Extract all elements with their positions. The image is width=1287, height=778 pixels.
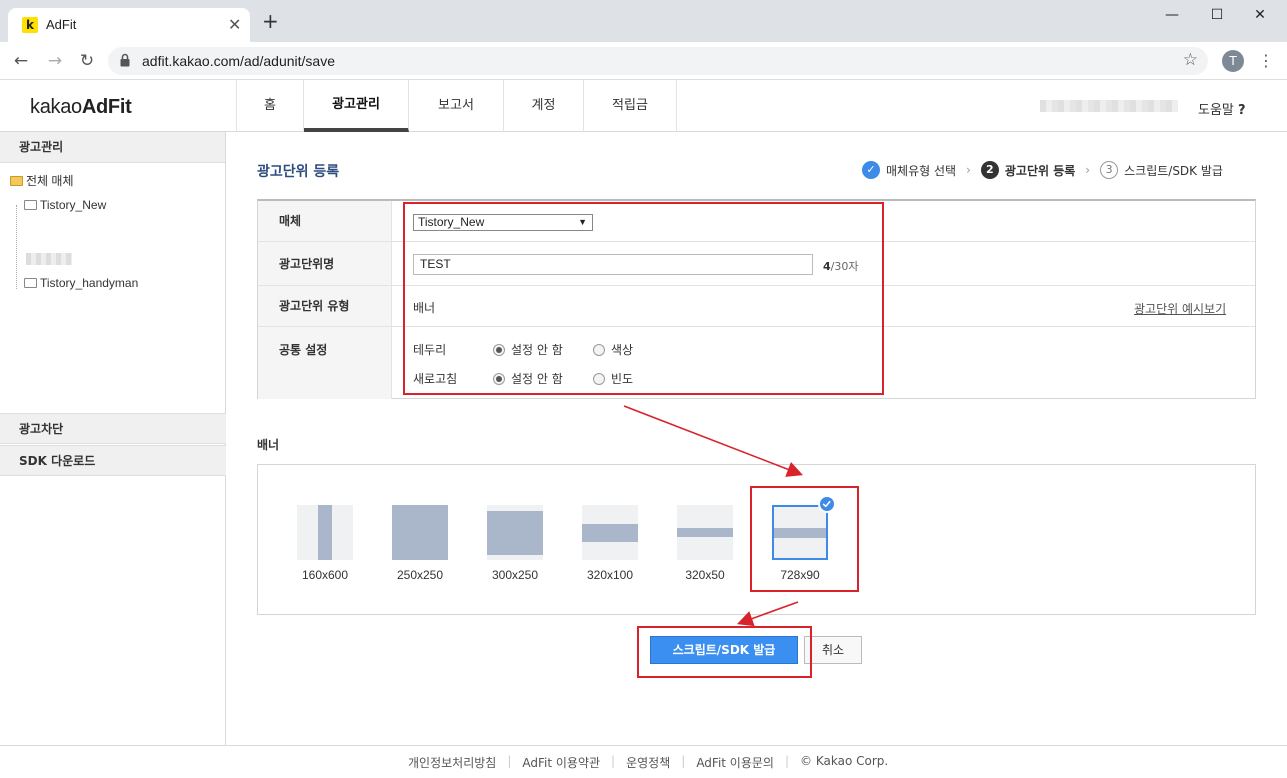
banner-size-label: 160x600: [301, 568, 349, 582]
banner-option-300x250[interactable]: 300x250: [487, 505, 543, 582]
divider: |: [611, 754, 616, 768]
account-name-blurred: [1040, 100, 1178, 112]
close-icon[interactable]: ✕: [228, 15, 241, 34]
footer-links: 개인정보처리방침 | AdFit 이용약관 | 운영정책 | AdFit 이용문…: [408, 754, 888, 771]
tab-title: AdFit: [46, 17, 77, 32]
banner-thumb: [582, 505, 638, 560]
banner-thumb: [392, 505, 448, 560]
divider: |: [784, 754, 790, 768]
folder-icon: [24, 200, 37, 210]
lock-icon: [120, 53, 130, 67]
plus-icon[interactable]: +: [262, 11, 279, 31]
footer-terms-link[interactable]: AdFit 이용약관: [522, 754, 600, 771]
nav-report[interactable]: 보고서: [409, 80, 504, 132]
help-link[interactable]: 도움말 ?: [1198, 99, 1246, 118]
global-nav: 홈 광고관리 보고서 계정 적립금: [236, 80, 677, 132]
page-title: 광고단위 등록: [257, 164, 340, 180]
ad-unit-preview-link[interactable]: 광고단위 예시보기: [1134, 300, 1226, 317]
banner-thumb: [297, 505, 353, 560]
footer-copyright: © Kakao Corp.: [800, 754, 889, 768]
divider: |: [507, 754, 512, 768]
banner-size-label: 320x100: [586, 568, 634, 582]
tree-item-tistory-new[interactable]: Tistory_New: [24, 198, 106, 212]
footer-policy-link[interactable]: 운영정책: [626, 754, 670, 771]
banner-option-320x100[interactable]: 320x100: [582, 505, 638, 582]
forward-icon[interactable]: →: [44, 50, 66, 72]
unit-name-label: 광고단위명: [258, 242, 392, 285]
menu-icon[interactable]: ⋮: [1258, 50, 1274, 72]
step-2-label: 광고단위 등록: [1004, 163, 1076, 178]
media-label: 매체: [258, 201, 392, 241]
folder-open-icon: [10, 176, 23, 186]
step-3-number: 3: [1100, 161, 1119, 179]
url-text: adfit.kakao.com/ad/adunit/save: [142, 53, 336, 69]
banner-size-label: 250x250: [396, 568, 444, 582]
tree-item-blurred: [26, 253, 72, 265]
chevron-right-icon: ›: [966, 163, 971, 177]
banner-option-320x50[interactable]: 320x50: [677, 505, 733, 582]
annotation-box-submit: [637, 626, 812, 678]
browser-tab-strip: k AdFit ✕ + — ☐ ✕: [0, 0, 1287, 42]
banner-size-label: 300x250: [491, 568, 539, 582]
nav-points[interactable]: 적립금: [584, 80, 677, 132]
media-tree: 전체 매체 Tistory_New Tistory_handyman: [0, 163, 225, 413]
banner-thumb: [677, 505, 733, 560]
banner-size-label: 320x50: [685, 568, 725, 582]
folder-icon: [24, 278, 37, 288]
step-1-label: 매체유형 선택: [886, 163, 957, 178]
address-bar[interactable]: adfit.kakao.com/ad/adunit/save ☆: [108, 47, 1208, 75]
tree-root-all-media[interactable]: 전체 매체: [10, 172, 74, 189]
window-close-icon[interactable]: ✕: [1240, 4, 1280, 26]
browser-toolbar: ← → ↻ adfit.kakao.com/ad/adunit/save ☆: [0, 42, 1287, 80]
tree-connector: [16, 205, 17, 289]
cancel-button[interactable]: 취소: [804, 636, 862, 664]
kakao-favicon-icon: k: [22, 17, 38, 33]
nav-home[interactable]: 홈: [237, 80, 304, 132]
progress-steps: ✓ 매체유형 선택 › 2 광고단위 등록 › 3 스크립트/SDK 발급: [862, 161, 1223, 179]
chevron-right-icon: ›: [1085, 163, 1091, 177]
minimize-icon[interactable]: —: [1152, 4, 1192, 26]
step-2-number: 2: [980, 161, 999, 179]
footer-contact-link[interactable]: AdFit 이용문의: [696, 754, 774, 771]
nav-account[interactable]: 계정: [504, 80, 584, 132]
check-icon: ✓: [862, 161, 880, 179]
nav-ad-management[interactable]: 광고관리: [304, 80, 409, 132]
sidebar-title[interactable]: 광고관리: [0, 132, 225, 163]
divider: |: [681, 754, 686, 768]
footer: 개인정보처리방침 | AdFit 이용약관 | 운영정책 | AdFit 이용문…: [0, 745, 1287, 778]
browser-tab[interactable]: k AdFit ✕: [8, 8, 250, 42]
banner-option-250x250[interactable]: 250x250: [392, 505, 448, 582]
banner-thumb: [487, 505, 543, 560]
banner-option-160x600[interactable]: 160x600: [297, 505, 353, 582]
step-3-label: 스크립트/SDK 발급: [1124, 163, 1223, 178]
profile-avatar[interactable]: T: [1222, 50, 1244, 72]
back-icon[interactable]: ←: [10, 50, 32, 72]
reload-icon[interactable]: ↻: [76, 50, 98, 72]
kakao-adfit-logo[interactable]: kakaoAdFit: [30, 96, 132, 119]
unit-type-label: 광고단위 유형: [258, 286, 392, 326]
star-icon[interactable]: ☆: [1183, 50, 1198, 70]
annotation-box-form: [403, 202, 884, 395]
sidebar-item-sdk-download[interactable]: SDK 다운로드: [0, 445, 226, 476]
sidebar-item-ad-block[interactable]: 광고차단: [0, 413, 226, 444]
annotation-box-banner: [750, 486, 859, 592]
site-header: kakaoAdFit 홈 광고관리 보고서 계정 적립금 도움말 ?: [0, 80, 1287, 132]
banner-section-title: 배너: [257, 438, 280, 452]
maximize-icon[interactable]: ☐: [1197, 4, 1237, 26]
footer-privacy-link[interactable]: 개인정보처리방침: [408, 754, 496, 771]
tree-item-tistory-handyman[interactable]: Tistory_handyman: [24, 276, 138, 290]
common-settings-label: 공통 설정: [258, 327, 392, 399]
